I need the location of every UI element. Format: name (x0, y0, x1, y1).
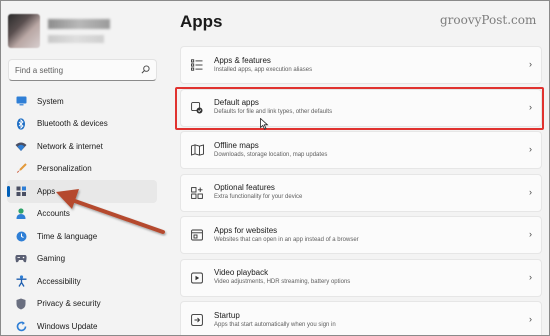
sidebar-item-apps[interactable]: Apps (7, 180, 157, 203)
card-description: Websites that can open in an app instead… (214, 236, 359, 243)
chevron-right-icon: › (529, 101, 532, 112)
mouse-cursor-icon (260, 118, 269, 130)
settings-card-list: Apps & features Installed apps, app exec… (180, 46, 542, 336)
card-offline-maps[interactable]: Offline maps Downloads, storage location… (180, 131, 542, 169)
web-app-icon (190, 228, 204, 242)
sidebar-item-label: Network & internet (37, 141, 103, 151)
sidebar-item-time-language[interactable]: Time & language (7, 225, 157, 248)
sidebar: System Bluetooth & devices Network & int… (0, 0, 166, 336)
shield-icon (15, 298, 27, 310)
default-apps-icon (190, 101, 204, 115)
sidebar-item-label: Accessibility (37, 276, 81, 286)
card-apps-for-websites[interactable]: Apps for websites Websites that can open… (180, 216, 542, 254)
page-title: Apps (180, 12, 223, 31)
accessibility-icon (15, 275, 27, 288)
card-description: Downloads, storage location, map updates (214, 151, 328, 158)
startup-icon (190, 313, 204, 327)
sidebar-item-accessibility[interactable]: Accessibility (7, 270, 157, 293)
add-square-icon (190, 186, 204, 200)
card-title: Optional features (214, 183, 275, 192)
gamepad-icon (15, 253, 27, 265)
monitor-icon (15, 95, 27, 107)
chevron-right-icon: › (529, 314, 532, 324)
sidebar-item-system[interactable]: System (7, 90, 157, 113)
list-icon (190, 58, 204, 72)
globe-clock-icon (15, 230, 27, 242)
card-description: Apps that start automatically when you s… (214, 321, 336, 328)
wifi-icon (15, 140, 27, 152)
search-icon[interactable] (141, 64, 150, 76)
chevron-right-icon: › (529, 144, 532, 154)
sidebar-item-label: Time & language (37, 231, 98, 241)
chevron-right-icon: › (529, 59, 532, 69)
watermark: groovyPost.com (440, 13, 537, 27)
sidebar-item-label: Privacy & security (37, 299, 101, 309)
sidebar-item-privacy-security[interactable]: Privacy & security (7, 293, 157, 316)
search-box[interactable] (8, 59, 157, 81)
card-title: Default apps (214, 98, 259, 107)
card-title: Apps for websites (214, 225, 278, 235)
sidebar-item-label: Windows Update (37, 321, 98, 331)
chevron-right-icon: › (529, 271, 532, 282)
card-title: Startup (214, 310, 240, 320)
person-icon (15, 208, 27, 220)
map-icon (190, 143, 204, 157)
sidebar-item-windows-update[interactable]: Windows Update (7, 315, 157, 336)
card-title: Offline maps (214, 140, 259, 150)
search-input[interactable] (15, 65, 141, 75)
sidebar-item-bluetooth[interactable]: Bluetooth & devices (7, 113, 157, 136)
sidebar-item-network[interactable]: Network & internet (7, 135, 157, 158)
update-icon (15, 320, 27, 332)
chevron-right-icon: › (529, 229, 532, 239)
card-apps-features[interactable]: Apps & features Installed apps, app exec… (180, 46, 542, 84)
apps-icon (15, 185, 27, 197)
sidebar-item-label: Bluetooth & devices (37, 119, 108, 129)
card-video-playback[interactable]: Video playback Video adjustments, HDR st… (180, 258, 542, 297)
card-description: Defaults for file and link types, other … (214, 109, 333, 115)
card-description: Extra functionality for your device (214, 194, 303, 200)
sidebar-item-label: Personalization (37, 164, 92, 174)
card-description: Installed apps, app execution aliases (214, 66, 313, 73)
card-startup[interactable]: Startup Apps that start automatically wh… (180, 301, 542, 336)
card-optional-features[interactable]: Optional features Extra functionality fo… (180, 173, 542, 212)
sidebar-item-label: Apps (37, 186, 56, 196)
bluetooth-icon (15, 118, 27, 130)
sidebar-item-label: System (37, 96, 64, 106)
card-default-apps[interactable]: Default apps Defaults for file and link … (180, 88, 542, 127)
card-title: Video playback (214, 268, 269, 277)
card-description: Video adjustments, HDR streaming, batter… (214, 279, 351, 285)
sidebar-item-label: Accounts (37, 209, 70, 219)
sidebar-item-personalization[interactable]: Personalization (7, 158, 157, 181)
brush-icon (15, 163, 27, 175)
sidebar-item-label: Gaming (37, 254, 66, 264)
sidebar-item-accounts[interactable]: Accounts (7, 203, 157, 226)
video-icon (190, 271, 204, 285)
sidebar-nav: System Bluetooth & devices Network & int… (7, 90, 157, 336)
user-email-redacted (48, 35, 104, 43)
sidebar-item-gaming[interactable]: Gaming (7, 248, 157, 271)
avatar[interactable] (8, 14, 40, 48)
chevron-right-icon: › (529, 186, 532, 197)
card-title: Apps & features (214, 55, 271, 65)
user-name-redacted (48, 19, 110, 29)
